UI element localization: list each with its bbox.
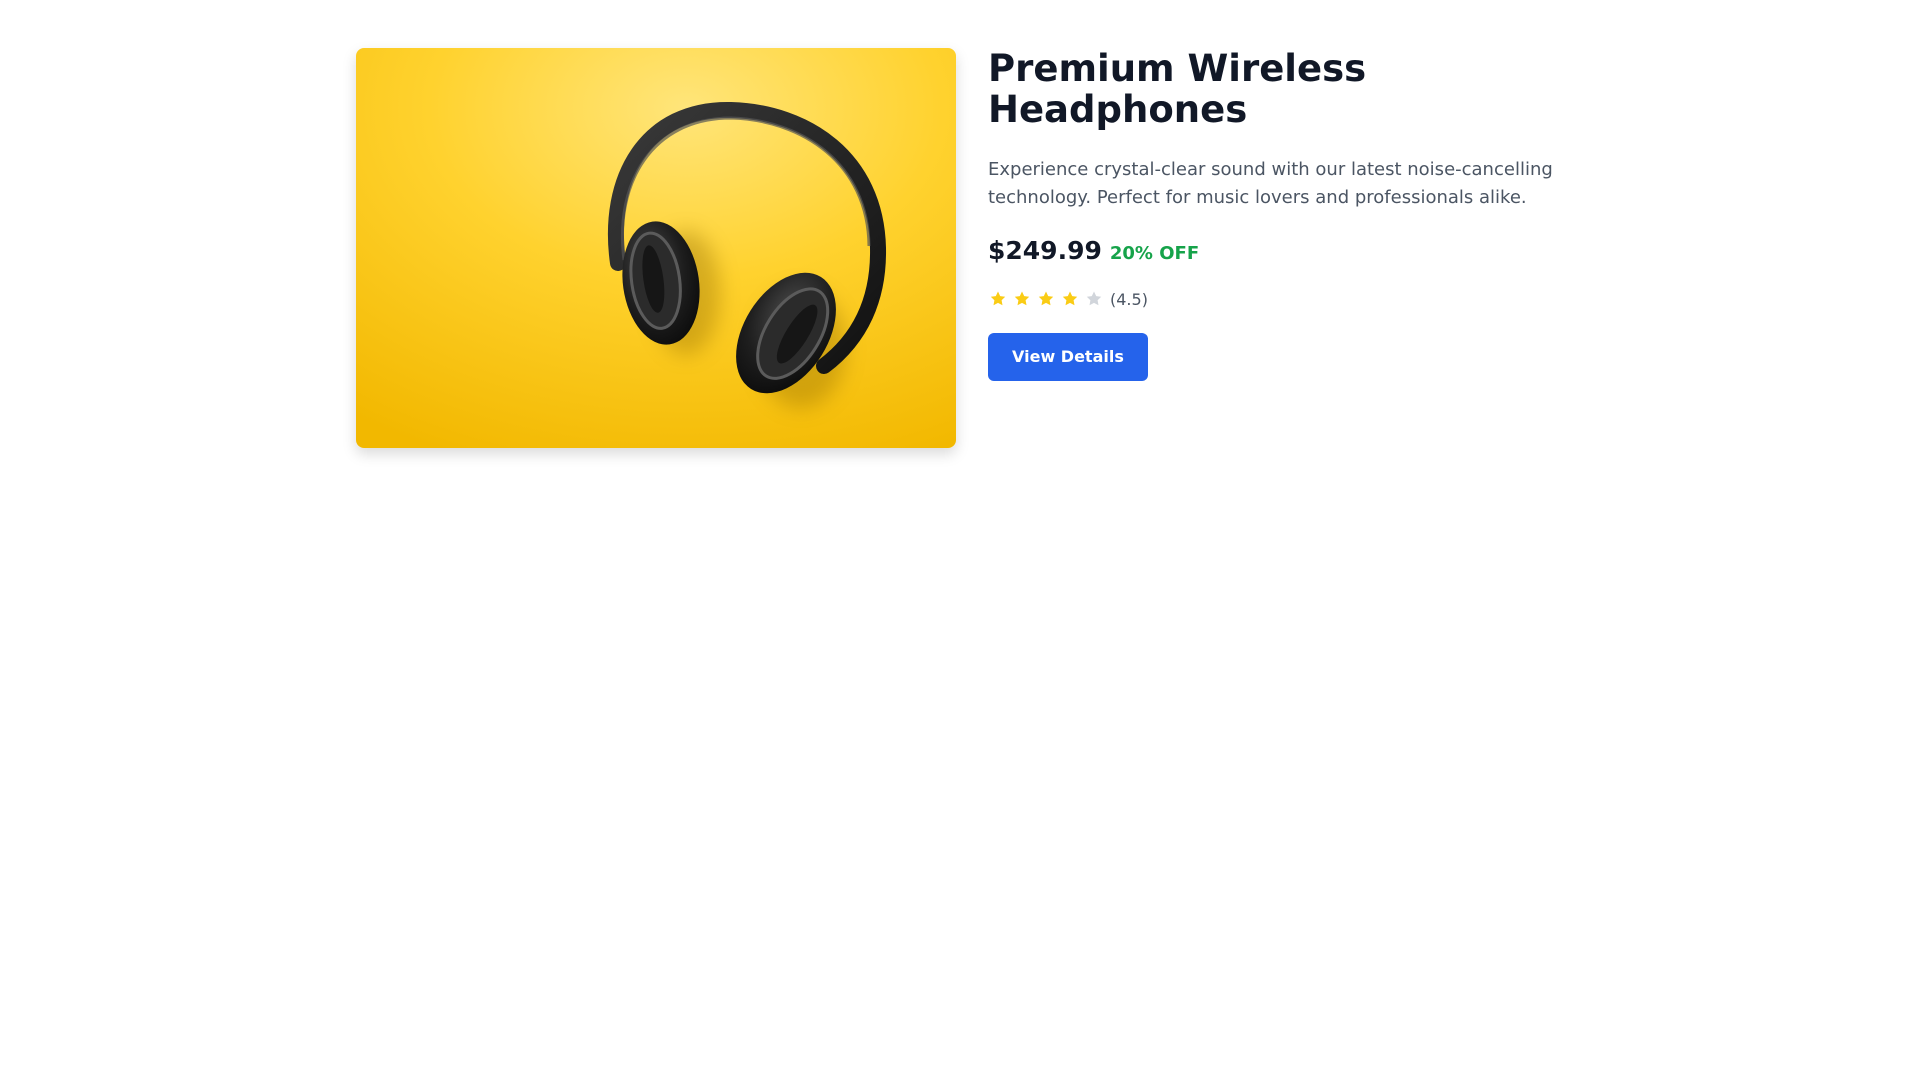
product-price: $249.99 (988, 236, 1102, 265)
star-filled-icon (990, 291, 1006, 306)
star-filled-icon (1014, 291, 1030, 306)
rating: (4.5) (988, 289, 1578, 309)
rating-value: (4.5) (1110, 289, 1148, 309)
price-row: $249.99 20% OFF (988, 236, 1578, 265)
product-description: Experience crystal-clear sound with our … (988, 159, 1553, 208)
discount-badge: 20% OFF (1109, 243, 1200, 264)
product-image[interactable] (356, 48, 956, 448)
star-filled-icon (1038, 291, 1054, 306)
product-info: Premium Wireless Headphones Experience c… (988, 48, 1578, 448)
star-empty-icon (1086, 291, 1102, 306)
product-card: Premium Wireless Headphones Experience c… (356, 48, 1556, 448)
view-details-button[interactable]: View Details (988, 333, 1148, 381)
product-title: Premium Wireless Headphones (988, 47, 1367, 131)
headphones-photo (356, 48, 956, 448)
star-filled-icon (1062, 291, 1078, 306)
